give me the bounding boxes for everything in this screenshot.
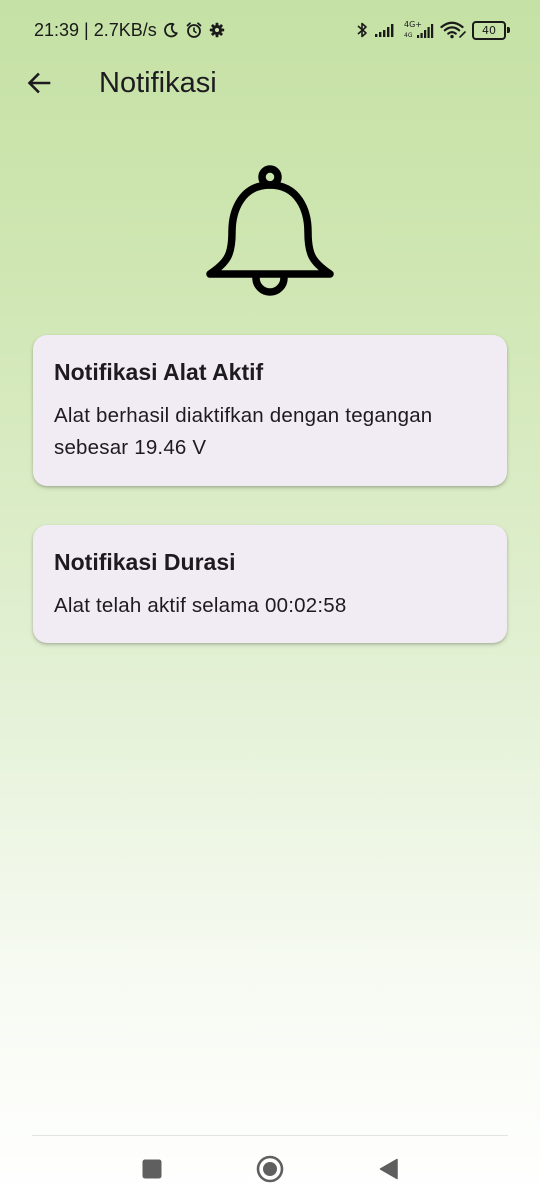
bluetooth-icon — [356, 21, 368, 39]
back-button[interactable] — [22, 66, 56, 100]
notification-title: Notifikasi Durasi — [54, 549, 236, 575]
bell-icon — [206, 162, 334, 302]
app-bar: Notifikasi — [0, 60, 540, 106]
notification-card[interactable]: Notifikasi Alat Aktif Alat berhasil diak… — [33, 335, 507, 486]
home-button[interactable] — [255, 1154, 285, 1184]
page-title: Notifikasi — [99, 67, 217, 99]
recents-icon — [142, 1159, 162, 1179]
recents-button[interactable] — [137, 1154, 167, 1184]
status-left: 21:39 | 2.7KB/s — [34, 20, 225, 41]
system-nav-bar — [0, 1136, 540, 1200]
network-type-sub-label: 4G — [404, 32, 413, 39]
notification-body: Alat telah aktif selama 00:02:58 — [54, 594, 347, 617]
battery-icon: 40 — [472, 20, 510, 40]
settings-icon — [209, 22, 225, 38]
system-back-button[interactable] — [374, 1154, 404, 1184]
notification-card[interactable]: Notifikasi Durasi Alat telah aktif selam… — [33, 525, 507, 643]
notifications-screen: 21:39 | 2.7KB/s 4G+ 4G 40 Notifikasi Not… — [0, 0, 540, 1200]
arrow-left-icon — [27, 72, 51, 94]
moon-icon — [163, 22, 179, 38]
status-bar: 21:39 | 2.7KB/s 4G+ 4G 40 — [0, 0, 540, 60]
battery-tip — [507, 27, 510, 33]
notification-body: Alat berhasil diaktifkan dengan tegangan… — [54, 404, 433, 459]
network-type-label: 4G+ — [404, 20, 422, 29]
battery-level: 40 — [472, 20, 506, 40]
alarm-icon — [185, 21, 203, 39]
home-icon — [256, 1155, 284, 1183]
notification-title: Notifikasi Alat Aktif — [54, 359, 264, 385]
status-right: 4G+ 4G 40 — [356, 20, 510, 40]
wifi-icon — [440, 21, 466, 39]
signal-icon: 4G+ 4G — [404, 20, 434, 40]
back-icon — [379, 1158, 398, 1180]
signal-icon — [374, 22, 398, 38]
status-time-speed: 21:39 | 2.7KB/s — [34, 19, 157, 40]
